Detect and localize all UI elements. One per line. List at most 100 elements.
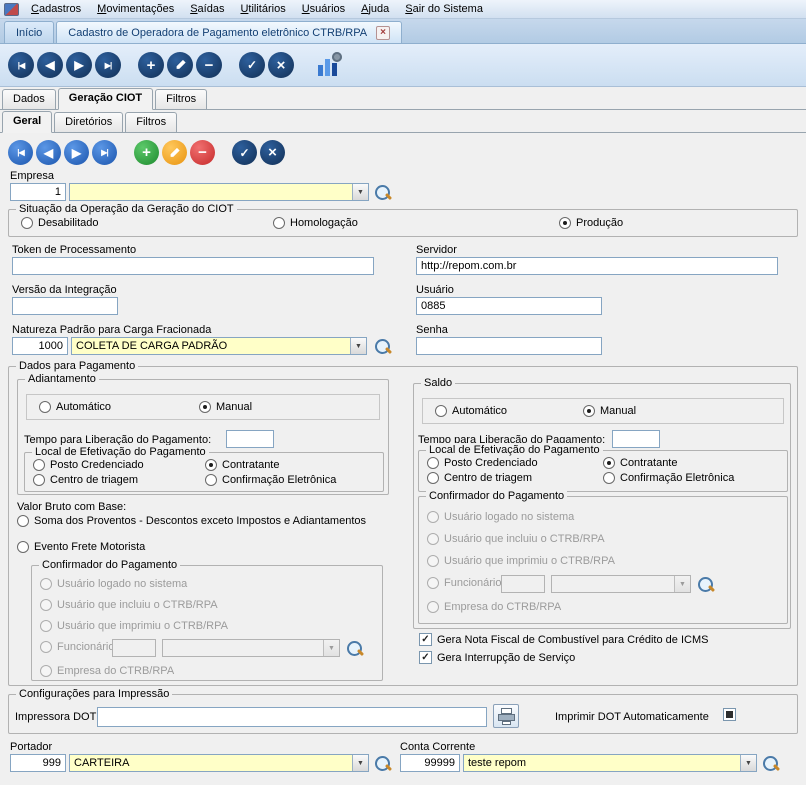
- close-tab-icon[interactable]: ×: [376, 25, 391, 40]
- empresa-combo[interactable]: ▼: [69, 183, 369, 201]
- add-record-button[interactable]: +: [138, 52, 164, 78]
- delete-record-button-inner[interactable]: −: [190, 140, 215, 165]
- radio-evento-frete[interactable]: Evento Frete Motorista: [17, 541, 145, 553]
- radio-soma-proventos[interactable]: Soma dos Proventos - Descontos exceto Im…: [17, 515, 366, 527]
- radio-homologacao[interactable]: Homologação: [273, 217, 358, 229]
- portador-combo[interactable]: CARTEIRA ▼: [69, 754, 369, 772]
- radio-saldo-manual[interactable]: Manual: [583, 405, 636, 417]
- pencil-icon: [175, 60, 186, 71]
- first-record-button[interactable]: |◀: [8, 52, 34, 78]
- portador-search-icon[interactable]: [374, 755, 392, 773]
- servidor-field[interactable]: http://repom.com.br: [416, 257, 778, 275]
- servidor-label: Servidor: [416, 244, 457, 256]
- radio-usuario-incluiu-label: Usuário que incluiu o CTRB/RPA: [444, 533, 605, 545]
- tab-filtros[interactable]: Filtros: [155, 89, 208, 109]
- natureza-search-icon[interactable]: [374, 338, 392, 356]
- confirm-button[interactable]: ✓: [239, 52, 265, 78]
- confirm-button-inner[interactable]: ✓: [232, 140, 257, 165]
- last-icon: ▶|: [104, 60, 112, 70]
- tab-filtros-sub[interactable]: Filtros: [125, 112, 178, 132]
- saldo-tempo-field[interactable]: [612, 430, 660, 448]
- radio-desabilitado[interactable]: Desabilitado: [21, 217, 99, 229]
- empresa-search-icon[interactable]: [374, 184, 392, 202]
- radio-circle-icon: [427, 601, 439, 613]
- radio-adiantamento-manual[interactable]: Manual: [199, 401, 252, 413]
- tab-dados[interactable]: Dados: [2, 89, 56, 109]
- tab-inicio-label: Início: [16, 26, 43, 39]
- adiantamento-tempo-field[interactable]: [226, 430, 274, 448]
- empresa-combo-value: [70, 184, 352, 200]
- impressora-dot-field[interactable]: [97, 707, 487, 727]
- chevron-down-icon[interactable]: ▼: [740, 755, 756, 771]
- edit-record-button[interactable]: [167, 52, 193, 78]
- tab-geral[interactable]: Geral: [2, 111, 53, 133]
- first-record-button-inner[interactable]: |◀: [8, 140, 33, 165]
- sub-tabs: Geral Diretórios Filtros: [0, 110, 806, 133]
- menu-saidas[interactable]: Saídas: [182, 1, 232, 17]
- natureza-combo[interactable]: COLETA DE CARGA PADRÃO ▼: [71, 337, 367, 355]
- radio-circle-icon: [205, 459, 217, 471]
- radio-circle-icon: [21, 217, 33, 229]
- radio-saldo-posto-credenciado[interactable]: Posto Credenciado: [427, 457, 538, 469]
- last-record-button-inner[interactable]: ▶|: [92, 140, 117, 165]
- printer-button[interactable]: [493, 704, 519, 728]
- empresa-code-field[interactable]: 1: [10, 183, 66, 201]
- empresa-label: Empresa: [10, 170, 55, 182]
- conta-corrente-combo[interactable]: teste repom ▼: [463, 754, 757, 772]
- radio-usuario-logado-label: Usuário logado no sistema: [57, 578, 188, 590]
- radio-adiantamento-posto-credenciado[interactable]: Posto Credenciado: [33, 459, 144, 471]
- menu-usuarios[interactable]: Usuários: [294, 1, 353, 17]
- portador-code-field[interactable]: 999: [10, 754, 66, 772]
- radio-circle-icon: [40, 620, 52, 632]
- radio-saldo-centro-triagem[interactable]: Centro de triagem: [427, 472, 532, 484]
- menu-sair-do-sistema[interactable]: Sair do Sistema: [397, 1, 491, 17]
- natureza-code-field[interactable]: 1000: [12, 337, 68, 355]
- previous-record-button[interactable]: ◀: [37, 52, 63, 78]
- radio-adiantamento-automatico[interactable]: Automático: [39, 401, 111, 413]
- conta-corrente-search-icon[interactable]: [762, 755, 780, 773]
- menu-utilitarios[interactable]: Utilitários: [232, 1, 293, 17]
- senha-field[interactable]: [416, 337, 602, 355]
- imprimir-dot-label: Imprimir DOT Automaticamente: [555, 711, 709, 723]
- radio-producao[interactable]: Produção: [559, 217, 623, 229]
- tab-diretorios[interactable]: Diretórios: [54, 112, 124, 132]
- next-record-button-inner[interactable]: ▶: [64, 140, 89, 165]
- valor-bruto-label: Valor Bruto com Base:: [17, 501, 127, 513]
- conta-corrente-code-field[interactable]: 99999: [400, 754, 460, 772]
- checkbox-imprimir-dot[interactable]: [723, 708, 736, 721]
- chevron-down-icon[interactable]: ▼: [350, 338, 366, 354]
- radio-saldo-empresa-ctrb: Empresa do CTRB/RPA: [427, 601, 561, 613]
- menu-movimentacoes[interactable]: Movimentações: [89, 1, 182, 17]
- report-chart-button[interactable]: [315, 52, 342, 78]
- radio-adiantamento-confirmacao-eletronica[interactable]: Confirmação Eletrônica: [205, 474, 336, 486]
- radio-circle-icon: [435, 405, 447, 417]
- usuario-field[interactable]: 0885: [416, 297, 602, 315]
- edit-record-button-inner[interactable]: [162, 140, 187, 165]
- radio-adiantamento-centro-triagem[interactable]: Centro de triagem: [33, 474, 138, 486]
- menu-cadastros[interactable]: Cadastros: [23, 1, 89, 17]
- radio-adiantamento-contratante[interactable]: Contratante: [205, 459, 279, 471]
- next-record-button[interactable]: ▶: [66, 52, 92, 78]
- radio-saldo-confirmacao-eletronica[interactable]: Confirmação Eletrônica: [603, 472, 734, 484]
- radio-saldo-contratante[interactable]: Contratante: [603, 457, 677, 469]
- checkbox-gera-nota-fiscal[interactable]: ✓ Gera Nota Fiscal de Combustível para C…: [419, 633, 708, 646]
- last-record-button[interactable]: ▶|: [95, 52, 121, 78]
- delete-record-button[interactable]: −: [196, 52, 222, 78]
- chevron-down-icon[interactable]: ▼: [352, 184, 368, 200]
- tab-cadastro-operadora[interactable]: Cadastro de Operadora de Pagamento eletr…: [56, 21, 403, 43]
- tab-inicio[interactable]: Início: [4, 21, 55, 43]
- versao-field[interactable]: [12, 297, 118, 315]
- cancel-button-inner[interactable]: ×: [260, 140, 285, 165]
- chevron-down-icon[interactable]: ▼: [352, 755, 368, 771]
- checkbox-gera-interrupcao[interactable]: ✓ Gera Interrupção de Serviço: [419, 651, 575, 664]
- tab-geracao-ciot[interactable]: Geração CIOT: [57, 88, 154, 110]
- menu-ajuda[interactable]: Ajuda: [353, 1, 397, 17]
- previous-record-button-inner[interactable]: ◀: [36, 140, 61, 165]
- radio-adiant-usuario-logado: Usuário logado no sistema: [40, 578, 187, 590]
- radio-saldo-automatico[interactable]: Automático: [435, 405, 507, 417]
- radio-automatico-label: Automático: [56, 401, 112, 413]
- cancel-button[interactable]: ×: [268, 52, 294, 78]
- saldo-mode-panel: Automático Manual: [422, 398, 784, 424]
- token-field[interactable]: [12, 257, 374, 275]
- add-record-button-inner[interactable]: +: [134, 140, 159, 165]
